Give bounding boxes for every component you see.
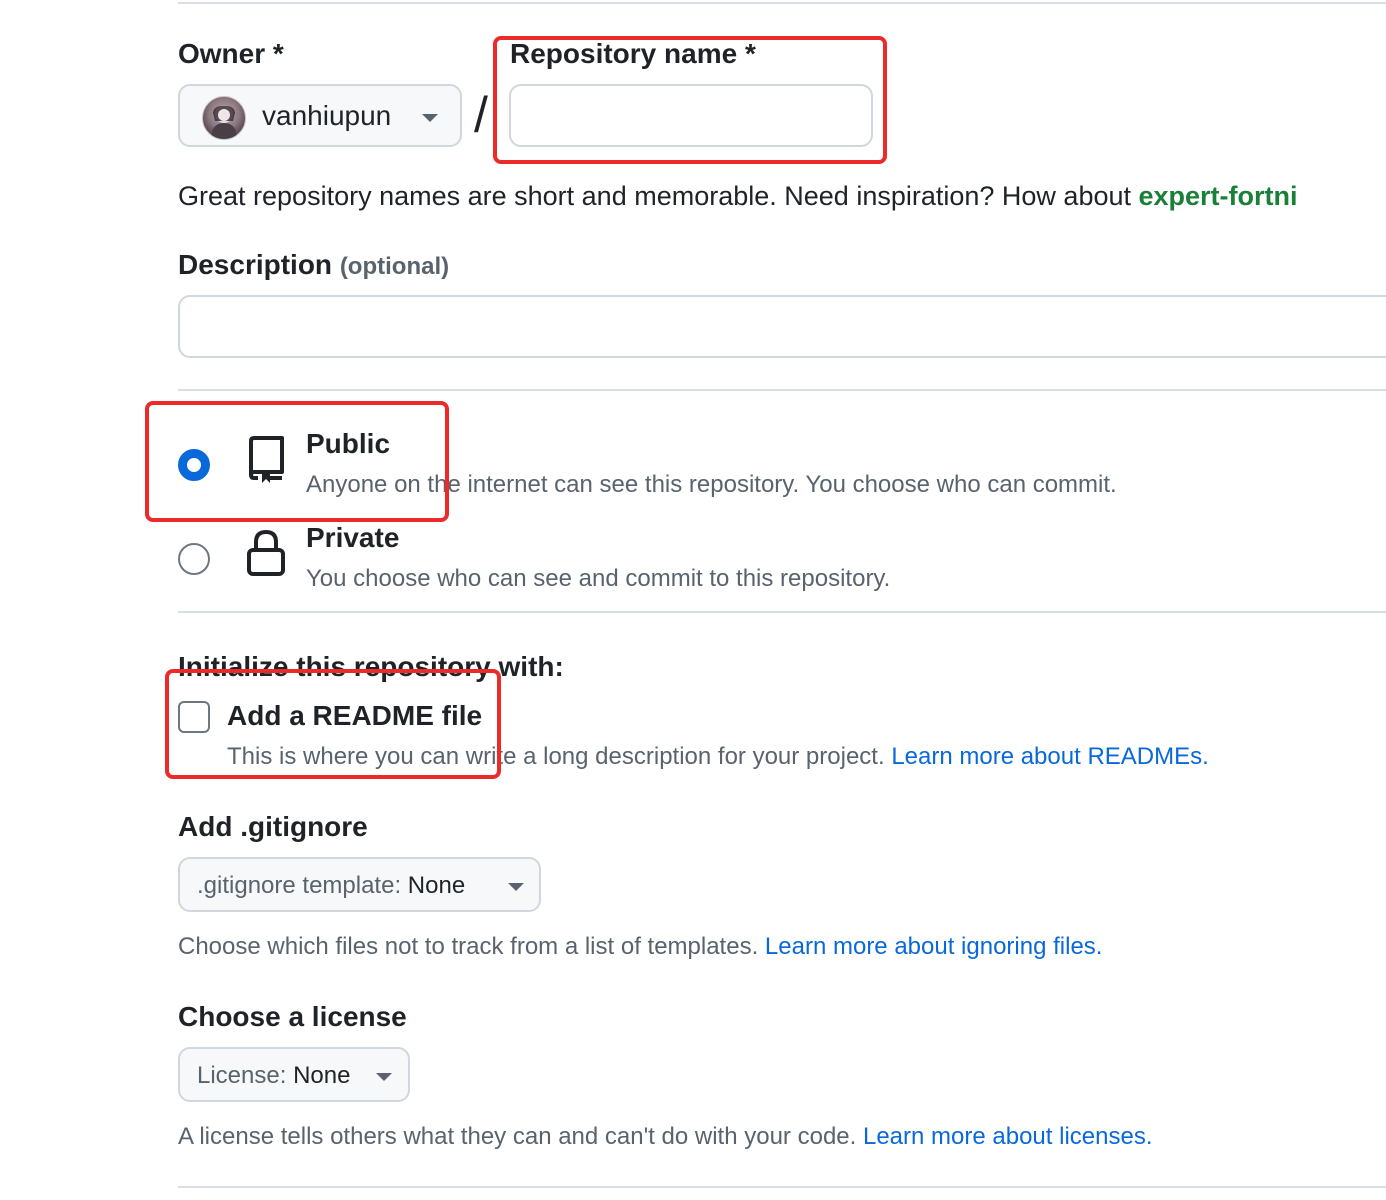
owner-label: Owner *: [178, 38, 284, 69]
chevron-down-icon: [376, 1073, 392, 1081]
private-title: Private: [306, 522, 400, 553]
gitignore-heading: Add .gitignore: [178, 811, 368, 842]
divider-visibility-bottom: [178, 611, 1386, 613]
license-select[interactable]: License: None: [178, 1047, 410, 1102]
lock-icon: [246, 528, 286, 583]
repository-name-hint: Great repository names are short and mem…: [178, 181, 1298, 212]
license-select-label: License: None: [197, 1062, 350, 1090]
readme-description-text: This is where you can write a long descr…: [227, 743, 892, 770]
initialize-heading: Initialize this repository with:: [178, 651, 564, 682]
learn-more-readmes-link[interactable]: Learn more about READMEs.: [891, 743, 1208, 770]
gitignore-template-select[interactable]: .gitignore template: None: [178, 857, 541, 912]
top-divider: [178, 2, 1386, 4]
owner-select-button[interactable]: vanhiupun: [178, 84, 462, 147]
chevron-down-icon: [508, 883, 524, 891]
license-heading: Choose a license: [178, 1001, 407, 1032]
readme-description: This is where you can write a long descr…: [227, 743, 1209, 771]
hint-text: Great repository names are short and mem…: [178, 181, 1139, 211]
description-label: Description (optional): [178, 249, 449, 281]
avatar: [202, 96, 246, 140]
public-title: Public: [306, 428, 391, 459]
license-select-prefix: License:: [197, 1062, 294, 1089]
learn-more-ignoring-files-link[interactable]: Learn more about ignoring files.: [765, 933, 1103, 960]
private-description: You choose who can see and commit to thi…: [306, 565, 891, 592]
description-label-text: Description: [178, 249, 333, 280]
divider-visibility-top: [178, 389, 1386, 391]
description-input[interactable]: [178, 295, 1386, 358]
name-suggestion-link[interactable]: expert-fortni: [1139, 181, 1298, 211]
readme-title: Add a README file: [227, 700, 483, 731]
gitignore-select-prefix: .gitignore template:: [197, 872, 408, 899]
repository-name-input[interactable]: [509, 84, 873, 147]
gitignore-select-value: None: [407, 872, 466, 899]
owner-repo-separator: /: [474, 87, 488, 143]
gitignore-note: Choose which files not to track from a l…: [178, 933, 1102, 961]
gitignore-note-text: Choose which files not to track from a l…: [178, 933, 765, 960]
public-radio[interactable]: [178, 449, 210, 481]
optional-tag: (optional): [339, 253, 450, 280]
private-radio[interactable]: [178, 543, 210, 575]
repository-name-label: Repository name *: [510, 38, 756, 69]
license-select-value: None: [293, 1062, 351, 1089]
chevron-down-icon: [422, 114, 438, 122]
repo-icon: [246, 436, 286, 489]
learn-more-licenses-link[interactable]: Learn more about licenses.: [863, 1123, 1153, 1150]
license-note: A license tells others what they can and…: [178, 1123, 1152, 1151]
owner-name: vanhiupun: [262, 100, 392, 131]
license-note-text: A license tells others what they can and…: [178, 1123, 863, 1150]
gitignore-select-label: .gitignore template: None: [197, 872, 465, 900]
readme-checkbox[interactable]: [178, 701, 210, 733]
public-description: Anyone on the internet can see this repo…: [306, 471, 1117, 498]
bottom-divider: [178, 1186, 1386, 1188]
